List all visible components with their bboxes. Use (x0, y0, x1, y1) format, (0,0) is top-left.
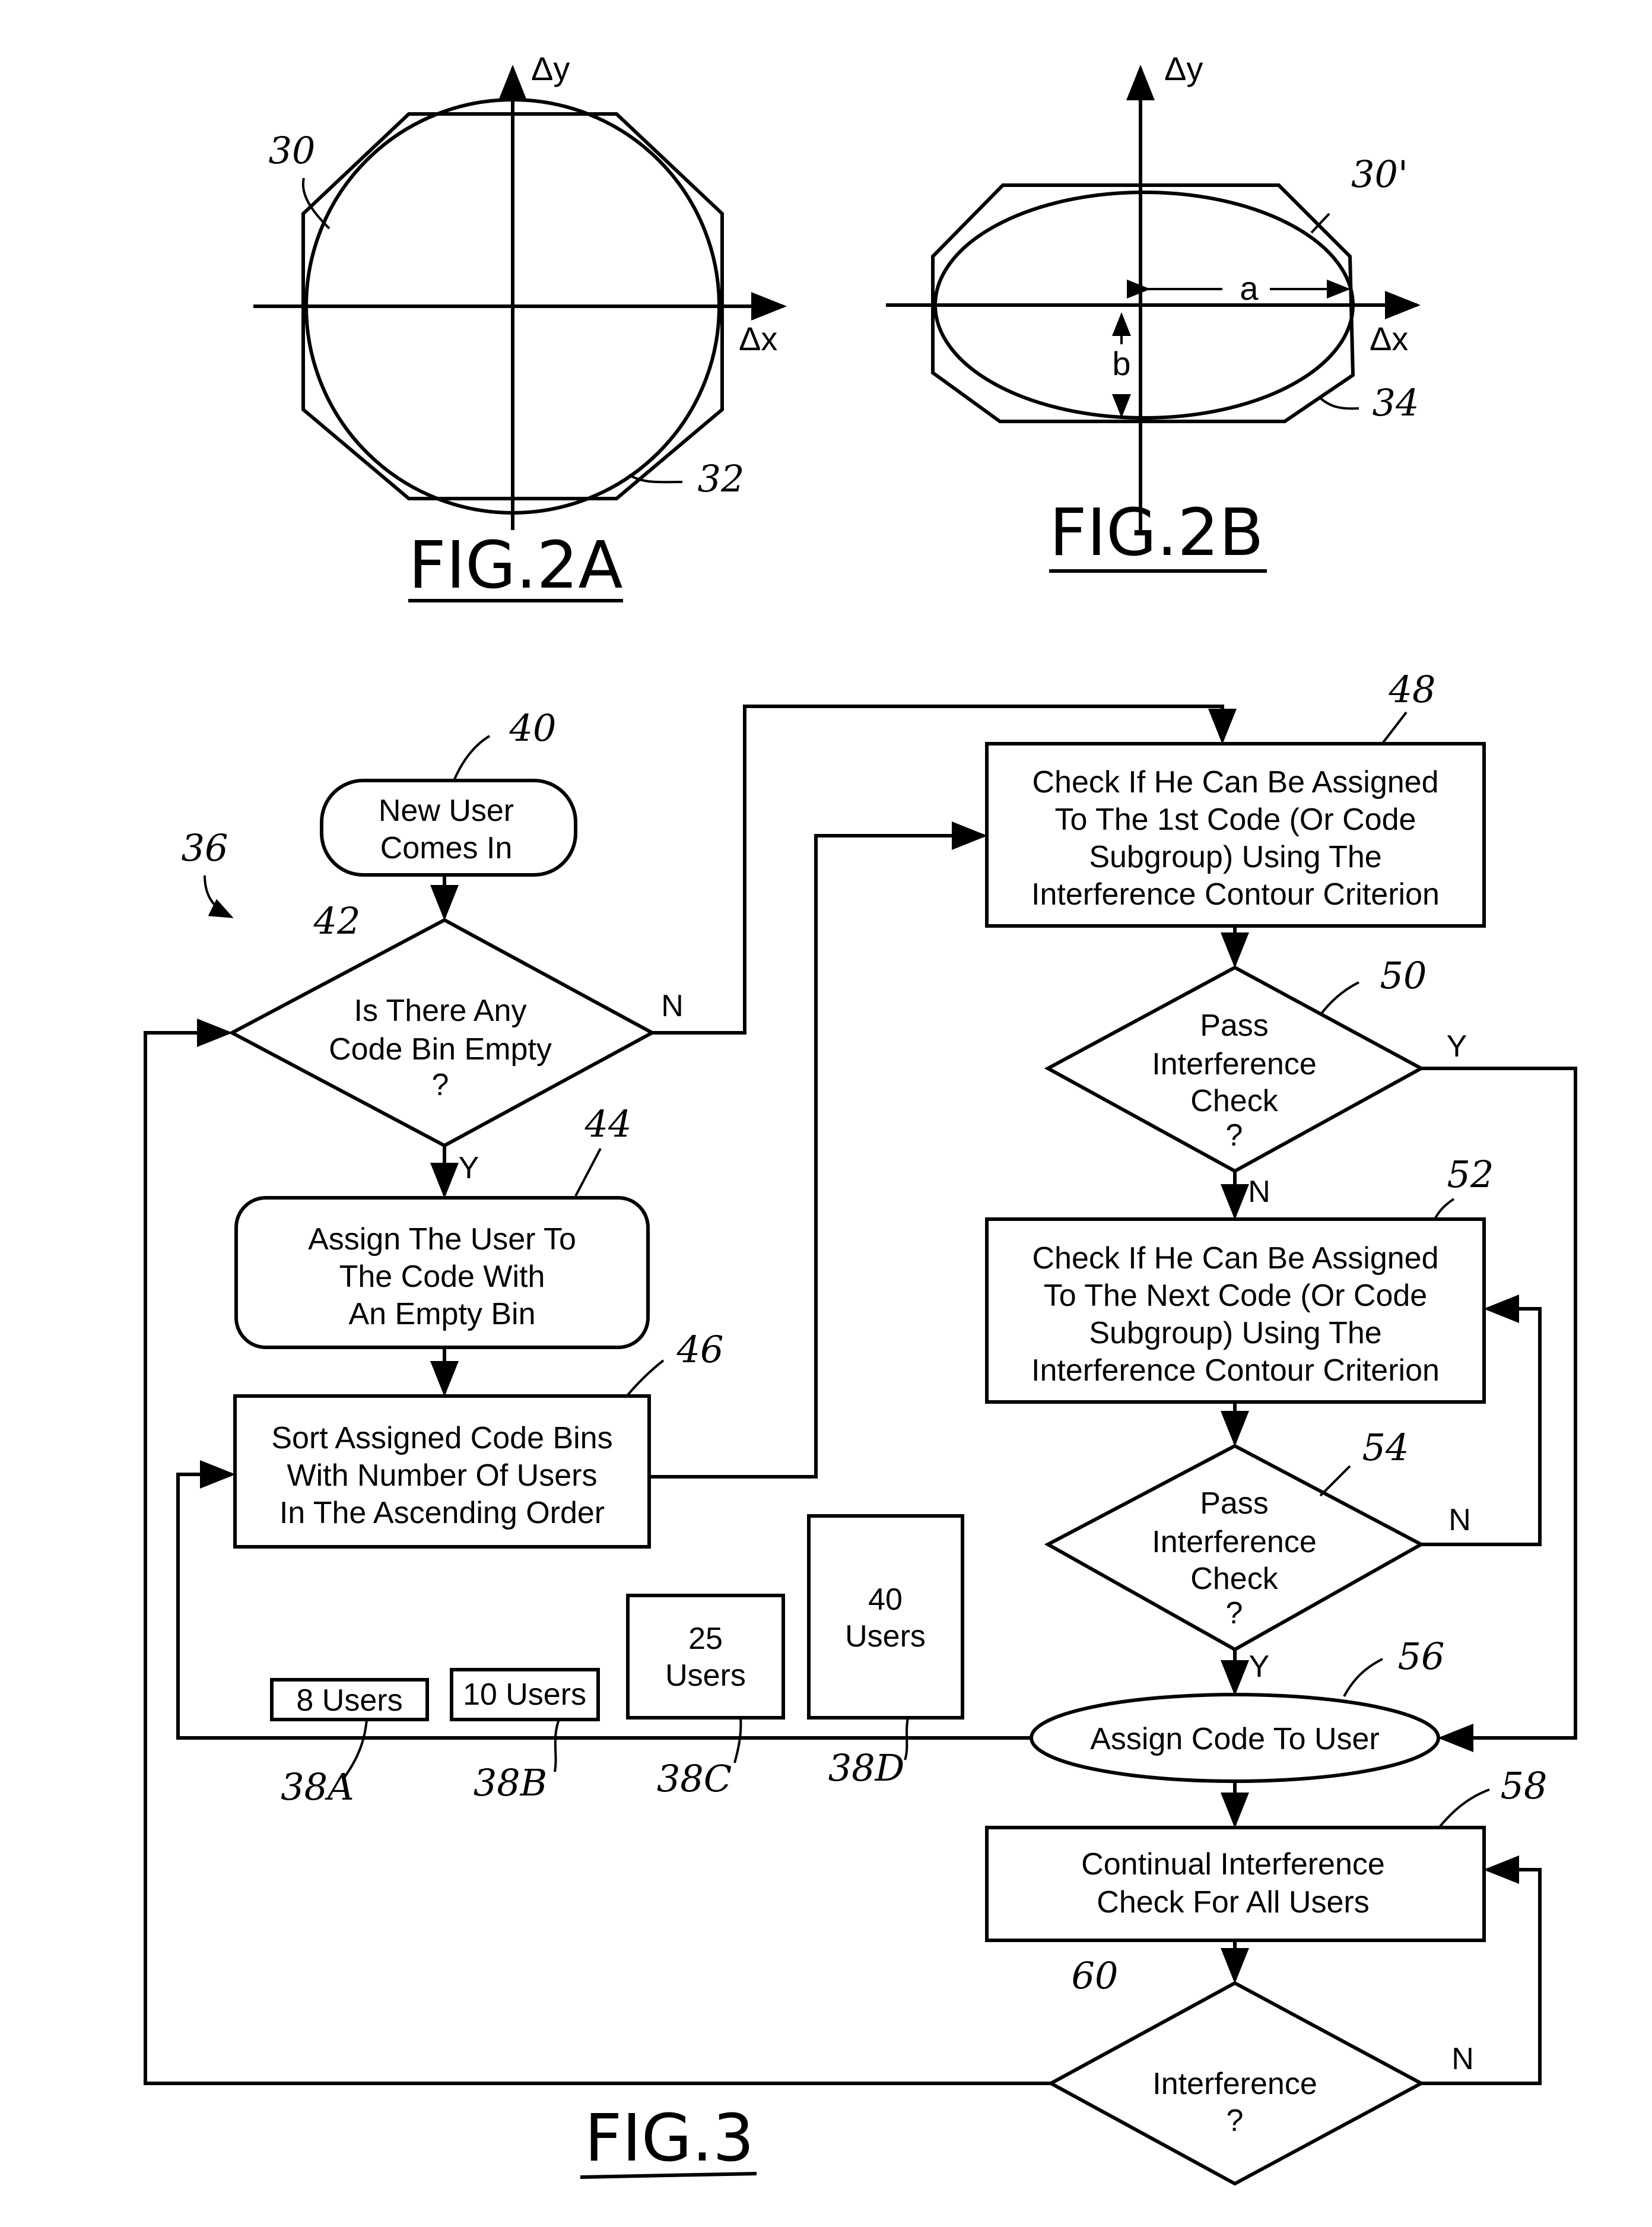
fig2b-a-label: a (1240, 269, 1259, 307)
node-44-line-2: The Code With (339, 1260, 545, 1294)
ref-56: 56 (1398, 1635, 1445, 1678)
ref-60: 60 (1072, 1954, 1119, 1997)
fig2b-leader-30prime (1310, 212, 1330, 234)
fig2b-caption: FIG.2B (1049, 494, 1263, 570)
fig-2a: Δy Δx 30 32 FIG.2A (253, 50, 787, 603)
fig2b-ref-30prime: 30' (1351, 153, 1408, 196)
bin-38d-line-2: Users (845, 1619, 926, 1654)
leader-52 (1434, 1198, 1455, 1220)
ref-42: 42 (313, 899, 361, 943)
label-42-no: N (661, 989, 684, 1023)
label-60-no: N (1451, 2042, 1474, 2076)
leader-46 (627, 1359, 665, 1396)
node-44-line-3: An Empty Bin (348, 1297, 535, 1331)
fig2a-x-label: Δx (739, 320, 777, 357)
ref-46: 46 (676, 1328, 724, 1371)
fig2a-caption: FIG.2A (408, 527, 622, 603)
label-54-no: N (1448, 1503, 1471, 1537)
fig-2b: Δy Δx a b 30' 34 FIG.2B (886, 50, 1421, 573)
node-52-line-4: Interference Contour Criterion (1031, 1353, 1440, 1388)
node-48-line-3: Subgroup) Using The (1089, 840, 1381, 874)
node-42-line-2: Code Bin Empty (329, 1032, 552, 1067)
ref-48: 48 (1389, 668, 1436, 711)
node-50-line-3: Check (1190, 1084, 1278, 1118)
bin-38c-line-2: Users (665, 1658, 746, 1693)
node-60-line-1: Interference (1152, 2067, 1317, 2101)
fig2a-y-label: Δy (531, 50, 570, 87)
node-52-line-1: Check If He Can Be Assigned (1032, 1241, 1438, 1276)
patent-drawing-sheet: Δy Δx 30 32 FIG.2A Δy Δx a b 30' 34 FIG.… (144, 50, 1577, 2186)
fig2b-leader-34 (1317, 395, 1359, 410)
node-42-line-3: ? (432, 1068, 449, 1102)
leader-44 (574, 1148, 602, 1197)
label-50-no: N (1248, 1175, 1270, 1209)
ref-38c: 38C (657, 1757, 732, 1800)
label-42-yes: Y (459, 1151, 479, 1185)
node-40-line-1: New User (379, 794, 514, 828)
leader-54 (1319, 1465, 1351, 1497)
node-46-line-1: Sort Assigned Code Bins (271, 1421, 612, 1455)
node-50-line-4: ? (1226, 1118, 1243, 1153)
bin-38a-label: 8 Users (296, 1683, 402, 1718)
fig2b-b-label: b (1112, 345, 1130, 382)
label-54-yes: Y (1249, 1649, 1270, 1684)
fig2b-x-label: Δx (1370, 320, 1408, 357)
ref-38b: 38B (474, 1761, 547, 1804)
leader-50 (1319, 981, 1359, 1016)
node-58-line-2: Check For All Users (1097, 1885, 1369, 1920)
ref-44: 44 (584, 1102, 632, 1146)
node-54-line-1: Pass (1200, 1486, 1269, 1521)
node-46-line-3: In The Ascending Order (279, 1496, 605, 1530)
label-50-yes: Y (1447, 1029, 1467, 1064)
leader-56 (1343, 1658, 1383, 1697)
node-52-line-2: To The Next Code (Or Code (1044, 1279, 1427, 1313)
node-54-line-3: Check (1190, 1562, 1278, 1596)
node-58-continual-check (985, 1826, 1486, 1942)
bin-38b-label: 10 Users (463, 1677, 586, 1712)
ref-38d: 38D (828, 1746, 905, 1790)
node-52-line-3: Subgroup) Using The (1089, 1316, 1381, 1350)
arrow-46-to-48 (649, 821, 987, 1479)
node-42-line-1: Is There Any (354, 994, 527, 1028)
node-44-line-1: Assign The User To (308, 1222, 576, 1257)
fig2a-ref-30: 30 (269, 129, 316, 172)
node-48-line-2: To The 1st Code (Or Code (1055, 802, 1416, 837)
ref-50: 50 (1380, 954, 1427, 997)
bin-38d-line-1: 40 (868, 1582, 903, 1617)
node-50-line-1: Pass (1200, 1008, 1269, 1043)
node-50-line-2: Interference (1152, 1047, 1317, 1081)
node-48-line-4: Interference Contour Criterion (1031, 877, 1440, 912)
ref-54: 54 (1362, 1426, 1409, 1469)
ref-58: 58 (1501, 1764, 1548, 1807)
ref-40: 40 (509, 706, 557, 750)
fig2b-y-label: Δy (1164, 50, 1203, 87)
fig3-nodes: New User Comes In Is There Any Code Bin … (228, 742, 1486, 2186)
node-40-line-2: Comes In (380, 831, 513, 865)
ref-36: 36 (182, 826, 228, 870)
node-60-line-2: ? (1227, 2104, 1244, 2138)
fig3-caption: FIG.3 (584, 2100, 754, 2176)
leader-36 (204, 875, 234, 918)
fig2a-ref-32: 32 (698, 457, 745, 500)
node-56-line-1: Assign Code To User (1090, 1722, 1380, 1756)
leader-40 (453, 735, 491, 781)
leader-48 (1381, 711, 1408, 744)
ref-38a: 38A (281, 1765, 354, 1809)
bin-38c-line-1: 25 (688, 1622, 723, 1656)
bin-38c (626, 1594, 785, 1720)
node-54-line-2: Interference (1152, 1525, 1317, 1559)
fig2b-ref-34: 34 (1373, 381, 1419, 424)
bin-38d (807, 1514, 964, 1720)
node-46-line-2: With Number Of Users (287, 1458, 598, 1493)
node-48-line-1: Check If He Can Be Assigned (1032, 765, 1438, 800)
ref-52: 52 (1447, 1153, 1494, 1196)
leader-38b (554, 1719, 560, 1772)
node-58-line-1: Continual Interference (1081, 1847, 1385, 1882)
leader-58 (1438, 1788, 1490, 1829)
leader-38c (733, 1717, 742, 1763)
node-54-line-4: ? (1226, 1596, 1243, 1630)
